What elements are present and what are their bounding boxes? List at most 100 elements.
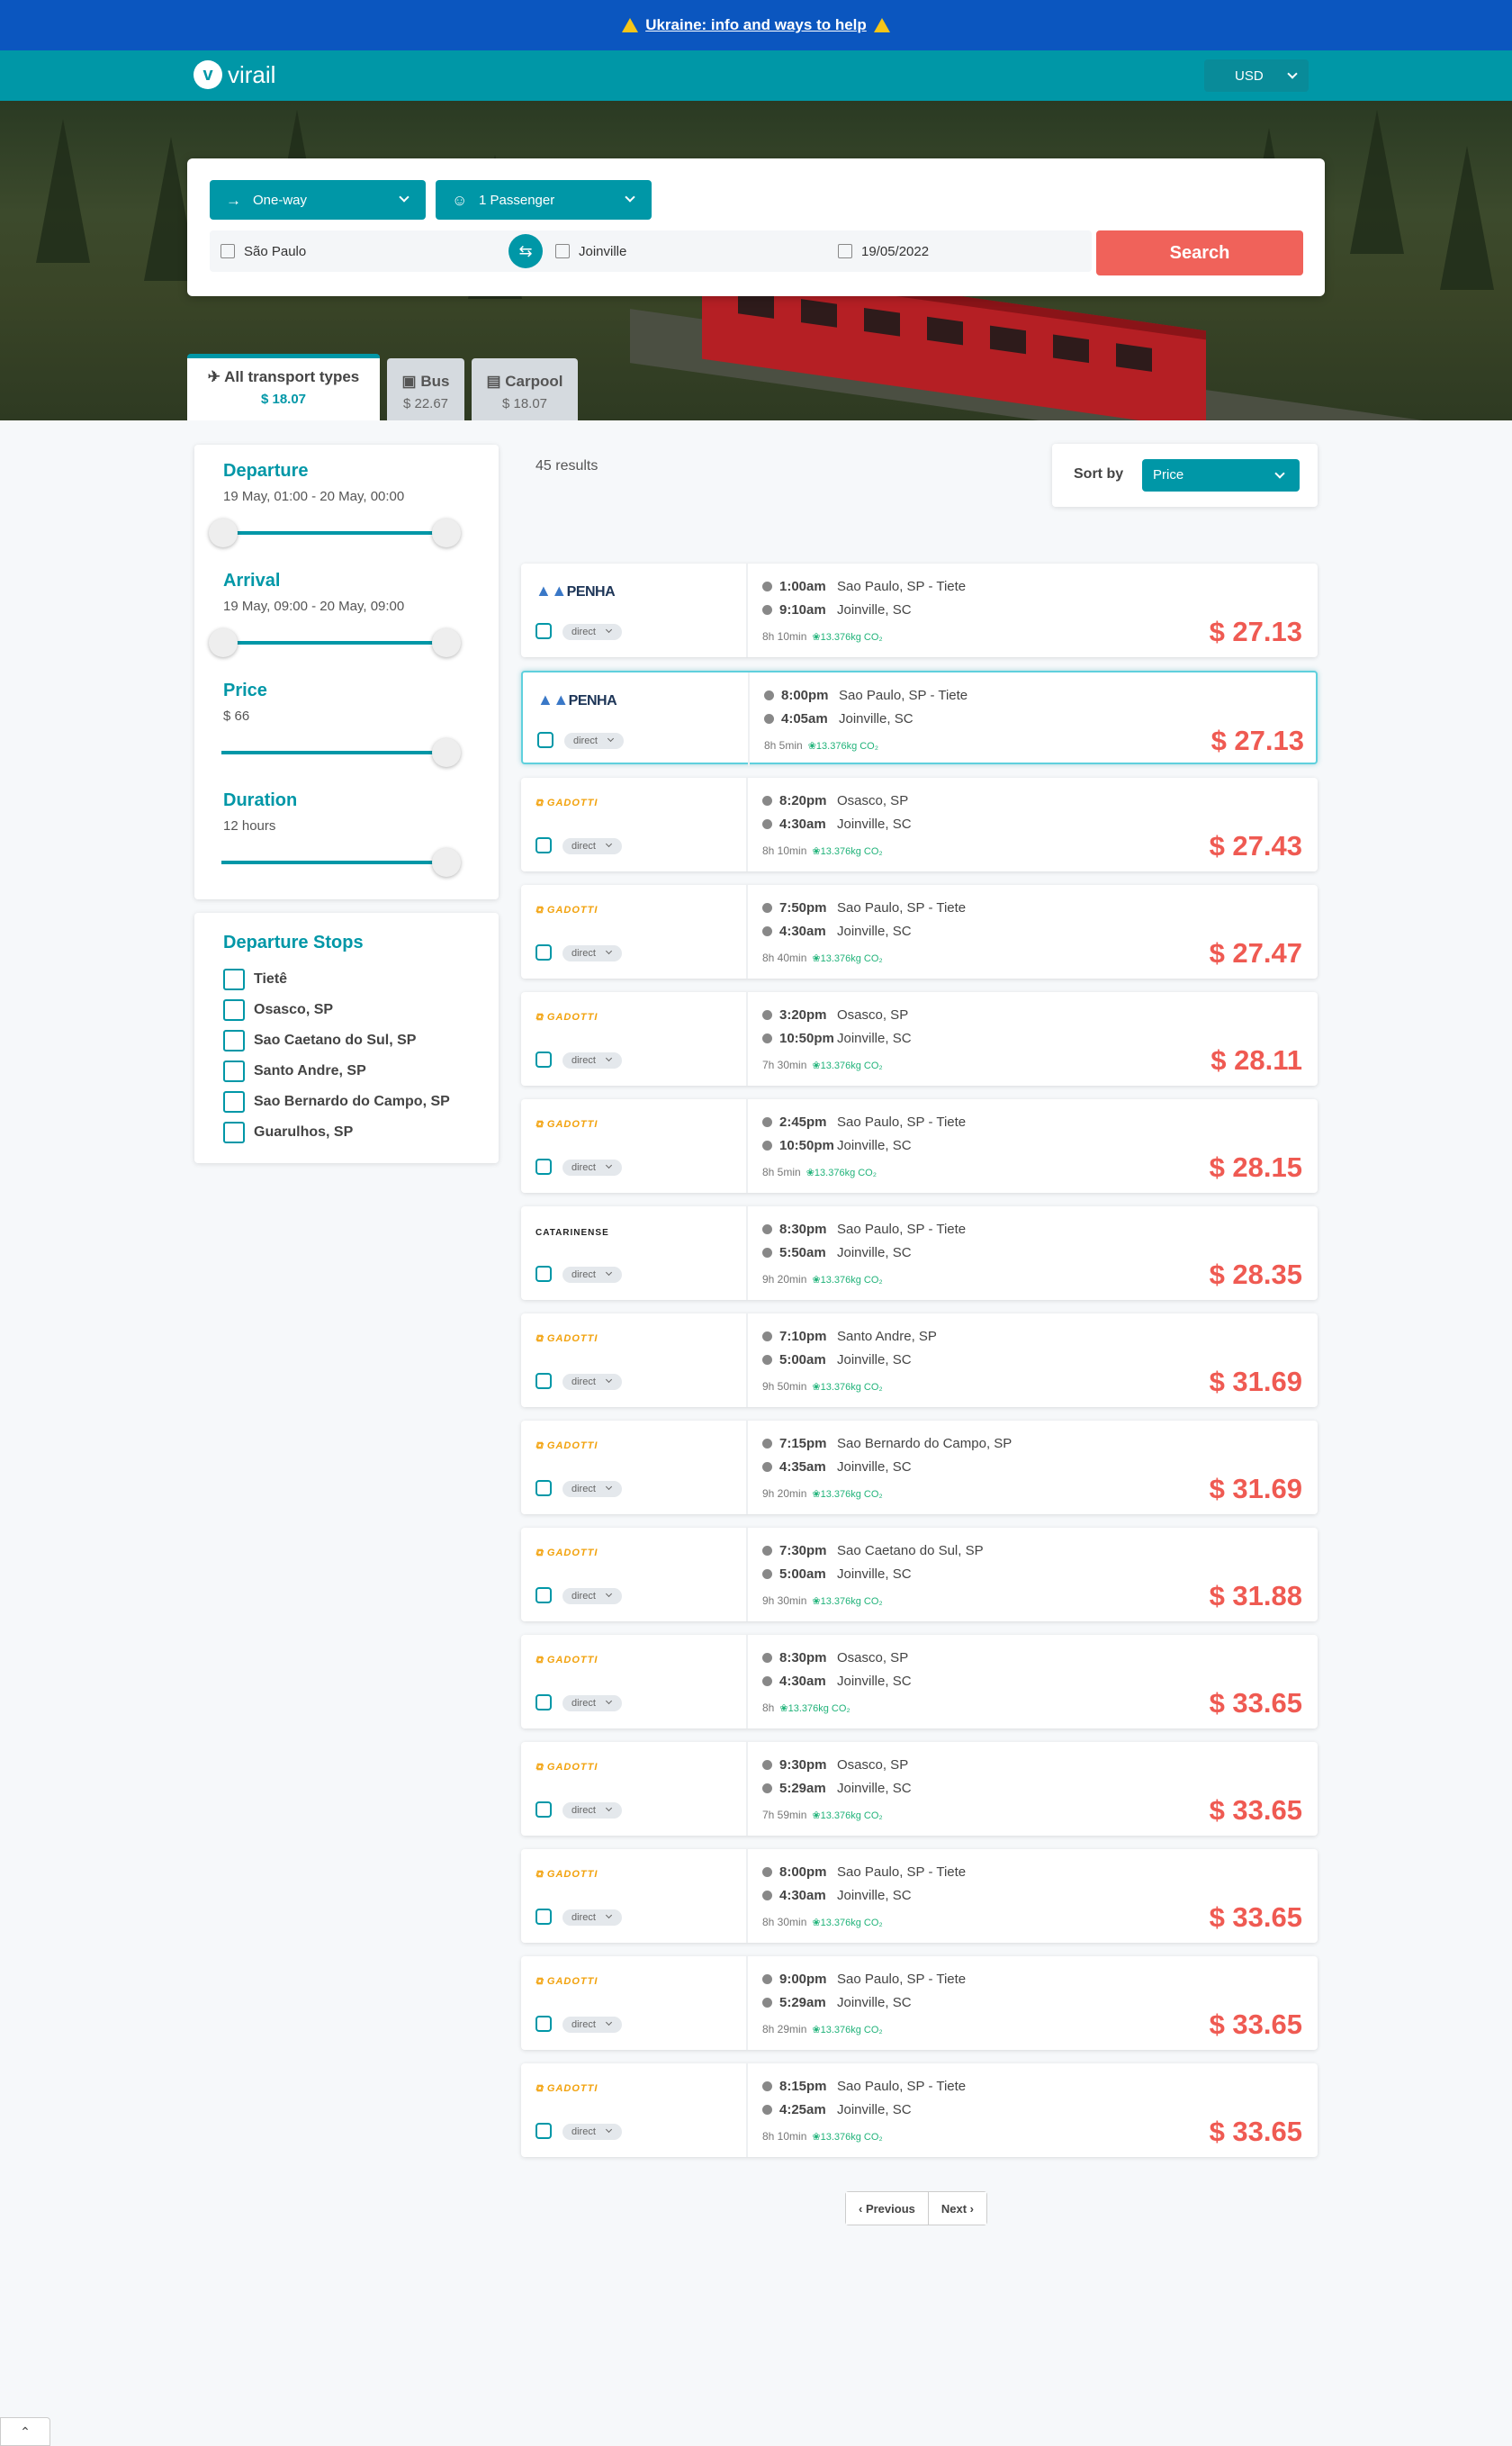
arrival-station: Joinville, SC [837, 1459, 912, 1475]
result-card[interactable]: ⧉ GADOTTI direct 7:10pm Santo Andre, SP 5:00… [521, 1313, 1318, 1407]
search-button[interactable]: Search [1096, 230, 1303, 275]
departure-time: 8:15pm [779, 2079, 827, 2094]
next-page-button[interactable]: Next › [928, 2192, 987, 2225]
departure-stops-panel: Departure Stops Tietê Osasco, SP Sao Cae… [194, 913, 499, 1163]
result-card[interactable]: ⧉ GADOTTI direct 8:20pm Osasco, SP 4:30am Joi… [521, 778, 1318, 871]
direct-dropdown[interactable]: direct [562, 1588, 622, 1604]
result-card[interactable]: ▲▲PENHA direct 1:00am Sao Paulo, SP - Tiete… [521, 564, 1318, 657]
trip-details: 8:30pm Osasco, SP 4:30am Joinville, SC 8h ❀13… [762, 1635, 1302, 1728]
direct-dropdown[interactable]: direct [564, 733, 624, 749]
arrival-line: 4:30am Joinville, SC [762, 924, 912, 939]
result-card[interactable]: ▲▲PENHA direct 8:00pm Sao Paulo, SP - Tiete… [521, 671, 1318, 766]
stop-dot-icon [762, 1033, 772, 1043]
direct-dropdown[interactable]: direct [562, 1052, 622, 1069]
filter-title: Price [223, 681, 267, 700]
result-card[interactable]: ⧉ GADOTTI direct 8:30pm Osasco, SP 4:30am Joi… [521, 1635, 1318, 1728]
departure-time: 8:30pm [779, 1650, 827, 1665]
trip-details: 1:00am Sao Paulo, SP - Tiete 9:10am Joinvil… [762, 564, 1302, 657]
tab-bus[interactable]: ▣ Bus $ 22.67 [387, 358, 464, 420]
tab-label: Bus [420, 373, 450, 390]
route-fields: São Paulo ⇆ Joinville 19/05/2022 [210, 230, 1092, 272]
plane-icon: ✈ [207, 368, 225, 385]
stop-dot-icon [762, 1653, 772, 1663]
direct-dropdown[interactable]: direct [562, 838, 622, 854]
result-card[interactable]: ⧉ GADOTTI direct 3:20pm Osasco, SP 10:50pm Jo… [521, 992, 1318, 1086]
trip-type-select[interactable]: → One-way [210, 180, 426, 220]
result-card[interactable]: ⧉ GADOTTI direct 2:45pm Sao Paulo, SP - Tie… [521, 1099, 1318, 1193]
stop-dot-icon [762, 926, 772, 936]
carrier-logo: ⧉ GADOTTI [536, 1869, 598, 1880]
swap-icon[interactable]: ⇆ [508, 234, 543, 268]
date-field[interactable]: 19/05/2022 [838, 230, 1072, 272]
trip-price: $ 27.13 [1209, 616, 1302, 647]
departure-slider[interactable] [209, 519, 461, 547]
bus-icon [536, 1587, 552, 1603]
arrival-station: Joinville, SC [837, 924, 912, 939]
slider-handle-max[interactable] [432, 628, 461, 657]
direct-dropdown[interactable]: direct [562, 1909, 622, 1926]
trip-details: 8:30pm Sao Paulo, SP - Tiete 5:50am Joinvil… [762, 1206, 1302, 1300]
direct-dropdown[interactable]: direct [562, 2017, 622, 2033]
slider-handle-min[interactable] [209, 628, 238, 657]
departure-line: 8:15pm Sao Paulo, SP - Tiete [762, 2079, 966, 2094]
result-card[interactable]: ⧉ GADOTTI direct 7:30pm Sao Caetano do Sul,… [521, 1528, 1318, 1621]
co2-badge: ❀13.376kg CO₂ [812, 1918, 883, 1928]
result-card[interactable]: ⧉ GADOTTI direct 8:00pm Sao Paulo, SP - Tie… [521, 1849, 1318, 1943]
sort-select[interactable]: Price [1142, 459, 1300, 492]
stop-checkbox[interactable]: Tietê [223, 969, 287, 990]
arrival-time: 5:29am [779, 1995, 826, 2010]
direct-dropdown[interactable]: direct [562, 1267, 622, 1283]
direct-dropdown[interactable]: direct [562, 1160, 622, 1176]
slider-handle-min[interactable] [209, 519, 238, 547]
arrival-slider[interactable] [209, 628, 461, 657]
trip-duration: 9h 50min [762, 1380, 807, 1393]
departure-time: 8:20pm [779, 793, 827, 808]
carrier-panel: ⧉ GADOTTI direct [521, 1742, 748, 1836]
result-card[interactable]: ⧉ GADOTTI direct 7:50pm Sao Paulo, SP - Tie… [521, 885, 1318, 979]
tab-carpool[interactable]: ▤ Carpool $ 18.07 [472, 358, 578, 420]
direct-dropdown[interactable]: direct [562, 1695, 622, 1711]
trip-details: 7:10pm Santo Andre, SP 5:00am Joinville, SC… [762, 1313, 1302, 1407]
result-card[interactable]: CATARINENSE direct 8:30pm Sao Paulo, SP - T… [521, 1206, 1318, 1300]
result-card[interactable]: ⧉ GADOTTI direct 9:30pm Osasco, SP 5:29am Joi… [521, 1742, 1318, 1836]
result-card[interactable]: ⧉ GADOTTI direct 8:15pm Sao Paulo, SP - Tie… [521, 2063, 1318, 2157]
arrival-filter: Arrival 19 May, 09:00 - 20 May, 09:00 [223, 571, 484, 614]
from-field[interactable]: São Paulo [220, 230, 490, 272]
slider-handle[interactable] [432, 738, 461, 767]
trip-details: 8:20pm Osasco, SP 4:30am Joinville, SC 8h 10… [762, 778, 1302, 871]
stop-checkbox[interactable]: Sao Bernardo do Campo, SP [223, 1091, 450, 1113]
direct-dropdown[interactable]: direct [562, 1481, 622, 1497]
tab-label: All transport types [224, 368, 360, 385]
direct-dropdown[interactable]: direct [562, 624, 622, 640]
slider-handle-max[interactable] [432, 519, 461, 547]
currency-select[interactable]: USD [1204, 59, 1309, 92]
passenger-select[interactable]: ☺ 1 Passenger [436, 180, 652, 220]
tab-all-transport[interactable]: ✈ All transport types $ 18.07 [187, 354, 380, 420]
bus-icon: ▣ [401, 373, 421, 390]
stop-checkbox[interactable]: Santo Andre, SP [223, 1061, 366, 1082]
price-slider[interactable] [221, 738, 461, 767]
to-field[interactable]: Joinville [555, 230, 825, 272]
stop-checkbox[interactable]: Guarulhos, SP [223, 1122, 353, 1143]
stop-label: Osasco, SP [254, 1002, 334, 1017]
virail-logo[interactable]: v virail [194, 60, 275, 89]
direct-dropdown[interactable]: direct [562, 1374, 622, 1390]
trip-duration: 8h 10min [762, 844, 807, 857]
direct-dropdown[interactable]: direct [562, 2124, 622, 2140]
ukraine-help-link[interactable]: Ukraine: info and ways to help [645, 16, 867, 34]
departure-line: 8:30pm Osasco, SP [762, 1650, 908, 1665]
next-label: Next [940, 2201, 968, 2216]
duration-slider[interactable] [221, 848, 461, 877]
scroll-top-button[interactable]: ⌃ [0, 2417, 50, 2446]
bus-icon [536, 1373, 552, 1389]
result-card[interactable]: ⧉ GADOTTI direct 9:00pm Sao Paulo, SP - Tie… [521, 1956, 1318, 2050]
stop-checkbox[interactable]: Osasco, SP [223, 999, 333, 1021]
previous-page-button[interactable]: ‹ Previous [846, 2192, 928, 2225]
trip-meta: 8h 10min ❀13.376kg CO₂ [762, 844, 883, 857]
stop-checkbox[interactable]: Sao Caetano do Sul, SP [223, 1030, 416, 1052]
result-card[interactable]: ⧉ GADOTTI direct 7:15pm Sao Bernardo do Cam… [521, 1421, 1318, 1514]
direct-dropdown[interactable]: direct [562, 945, 622, 961]
direct-dropdown[interactable]: direct [562, 1802, 622, 1819]
carrier-panel: ⧉ GADOTTI direct [521, 885, 748, 979]
slider-handle[interactable] [432, 848, 461, 877]
